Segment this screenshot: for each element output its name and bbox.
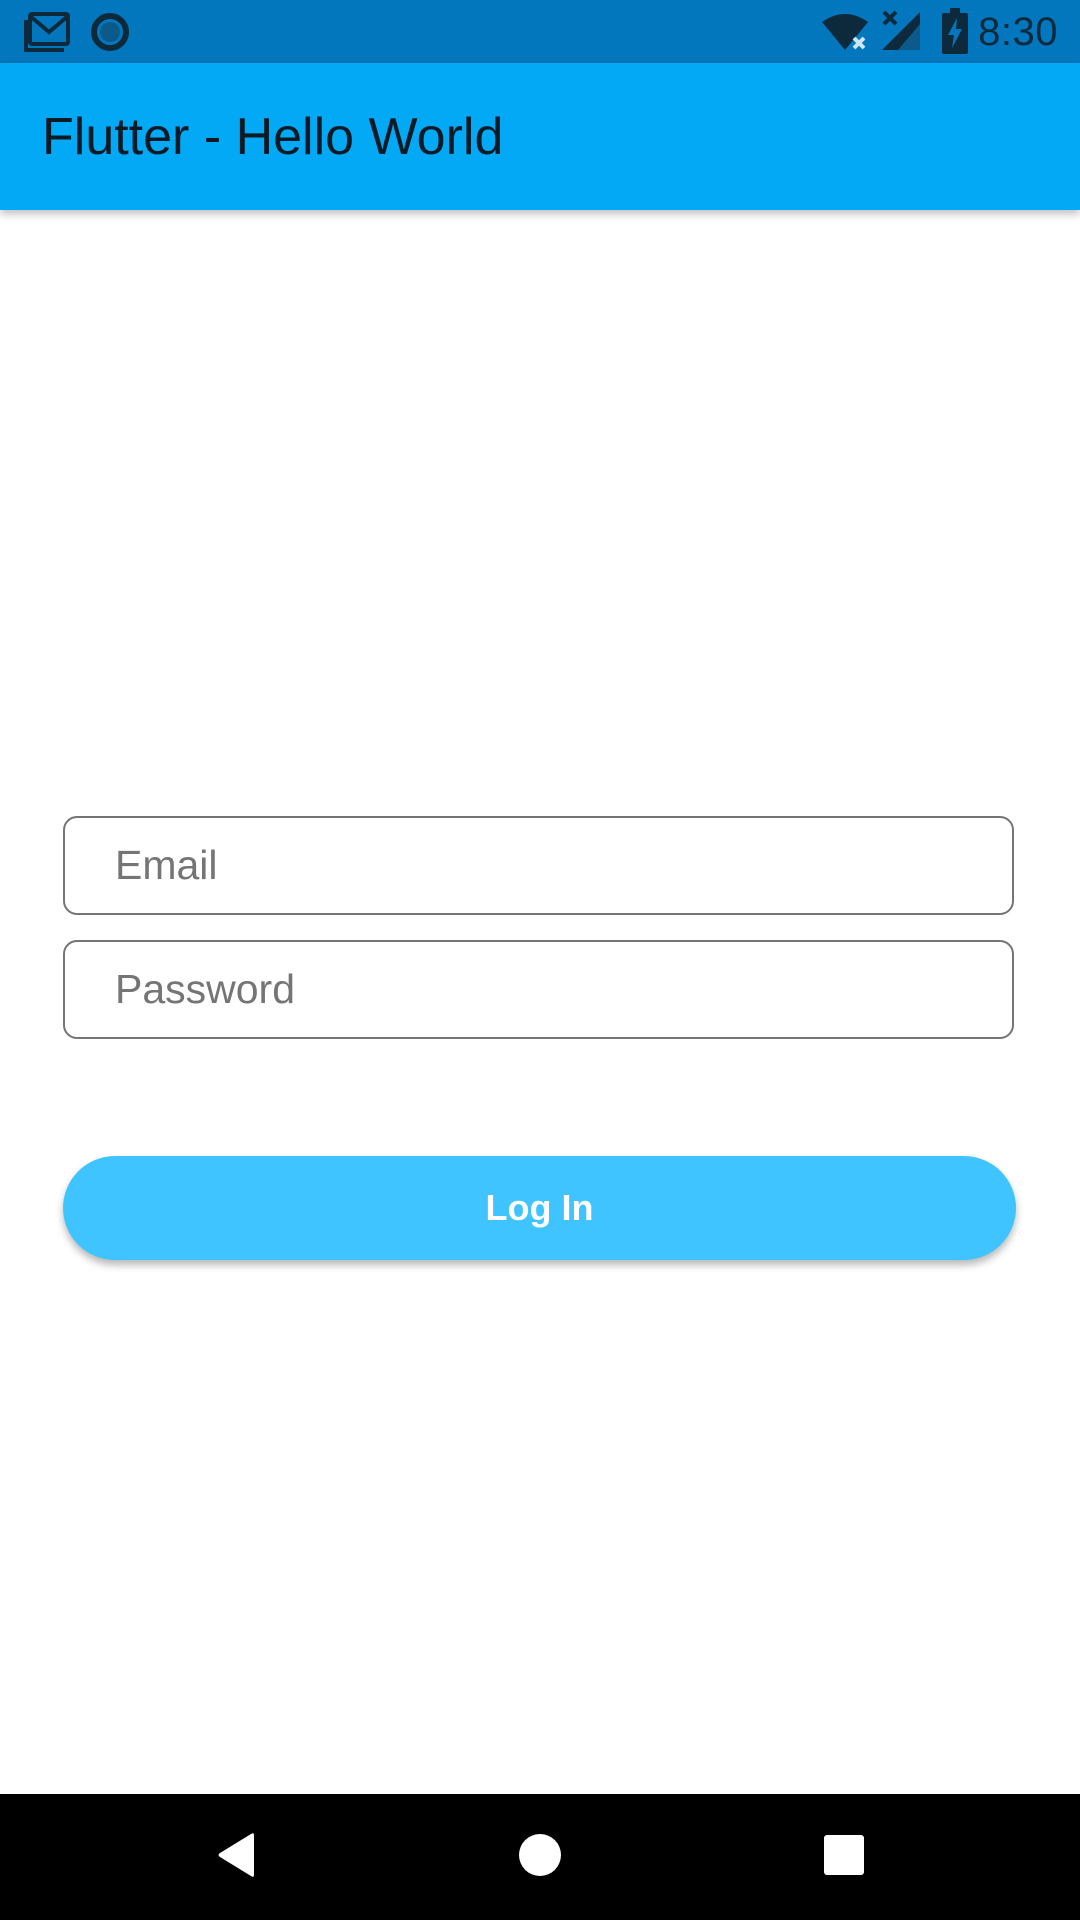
password-field-container[interactable] <box>63 940 1014 1039</box>
nav-recents-button[interactable] <box>744 1794 944 1920</box>
home-icon <box>518 1833 562 1882</box>
email-field-container[interactable] <box>63 816 1014 915</box>
gmail-icon <box>24 12 70 57</box>
cellular-no-signal-icon <box>882 10 922 57</box>
nav-back-button[interactable] <box>136 1794 336 1920</box>
navigation-bar <box>0 1794 1080 1920</box>
status-bar: 8:30 <box>0 0 1080 63</box>
nav-home-button[interactable] <box>440 1794 640 1920</box>
email-input[interactable] <box>115 818 975 912</box>
circle-notification-icon <box>90 12 130 57</box>
app-bar: Flutter - Hello World <box>0 63 1080 210</box>
password-input[interactable] <box>115 942 975 1036</box>
battery-charging-icon <box>942 8 968 59</box>
app-title: Flutter - Hello World <box>42 108 504 166</box>
recents-icon <box>824 1834 864 1880</box>
login-button[interactable]: Log In <box>63 1156 1016 1260</box>
status-time: 8:30 <box>978 10 1058 54</box>
wifi-no-internet-icon <box>820 12 870 57</box>
back-icon <box>214 1831 258 1884</box>
screen: 8:30 Flutter - Hello World Log In <box>0 0 1080 1920</box>
